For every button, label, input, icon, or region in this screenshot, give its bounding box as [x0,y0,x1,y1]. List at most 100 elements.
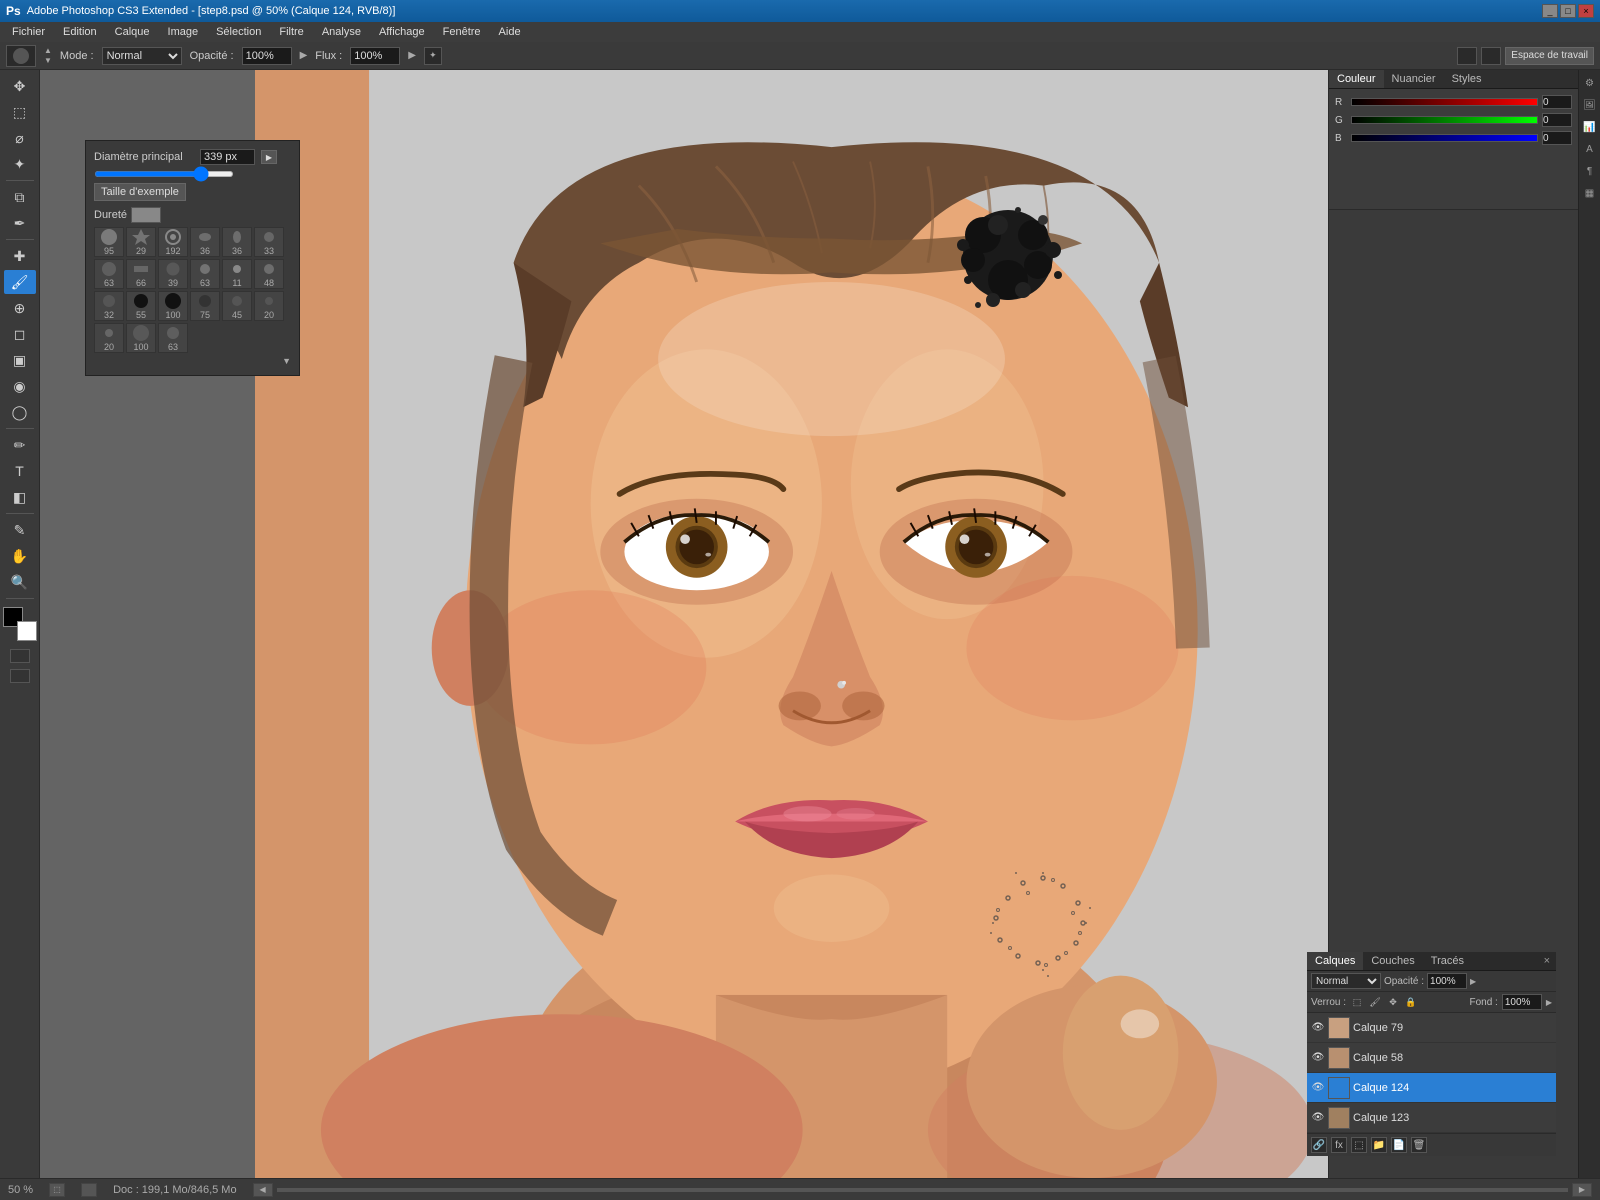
fit-screen-btn[interactable]: ⬚ [49,1183,65,1197]
brush-cell-7[interactable]: 66 [126,259,156,289]
brush-scroll-down[interactable]: ▼ [94,355,291,367]
pen-tool[interactable]: ✏ [4,433,36,457]
brush-shape-picker[interactable] [6,45,36,67]
pan-btn[interactable] [81,1183,97,1197]
tab-couleur[interactable]: Couleur [1329,70,1384,88]
add-style[interactable]: fx [1331,1137,1347,1153]
timeline-bar[interactable] [277,1188,1568,1192]
menu-affichage[interactable]: Affichage [371,24,433,40]
brush-size-down[interactable]: ▼ [44,56,52,65]
diametre-slider[interactable] [94,171,234,177]
brush-cell-15[interactable]: 75 [190,291,220,321]
blur-tool[interactable]: ◉ [4,374,36,398]
hand-tool[interactable]: ✋ [4,544,36,568]
fond-input[interactable] [1502,994,1542,1010]
move-tool[interactable]: ✥ [4,74,36,98]
extras-btn[interactable] [1481,47,1501,65]
diametre-arrow[interactable]: ▶ [261,150,277,164]
eraser-tool[interactable]: ◻ [4,322,36,346]
lock-all[interactable]: 🔒 [1404,995,1418,1009]
brush-cell-17[interactable]: 20 [254,291,284,321]
close-button[interactable]: × [1578,4,1594,18]
mini-tool-5[interactable]: ¶ [1581,162,1599,180]
brush-cell-19[interactable]: 100 [126,323,156,353]
b-value[interactable] [1542,131,1572,145]
canvas-area[interactable]: Diamètre principal ▶ Taille d'exemple Du… [40,70,1328,1178]
add-mask[interactable]: ⬚ [1351,1137,1367,1153]
brush-cell-13[interactable]: 55 [126,291,156,321]
visibility-79[interactable]: 👁 [1311,1021,1325,1035]
brush-cell-8[interactable]: 39 [158,259,188,289]
mini-tool-6[interactable]: ▦ [1581,184,1599,202]
airbrush-toggle[interactable]: ✦ [424,47,442,65]
brush-cell-11[interactable]: 48 [254,259,284,289]
minimize-button[interactable]: _ [1542,4,1558,18]
g-value[interactable] [1542,113,1572,127]
tab-couches[interactable]: Couches [1363,952,1422,970]
tab-calques[interactable]: Calques [1307,952,1363,970]
menu-fenetre[interactable]: Fenêtre [435,24,489,40]
tab-nuancier[interactable]: Nuancier [1384,70,1444,88]
mini-tool-1[interactable]: ⚙ [1581,74,1599,92]
visibility-58[interactable]: 👁 [1311,1051,1325,1065]
brush-cell-9[interactable]: 63 [190,259,220,289]
brush-cell-20[interactable]: 63 [158,323,188,353]
brush-cell-10[interactable]: 11 [222,259,252,289]
brush-cell-1[interactable]: 29 [126,227,156,257]
brush-cell-3[interactable]: 36 [190,227,220,257]
artwork-canvas[interactable] [255,70,1328,1178]
text-tool[interactable]: T [4,459,36,483]
b-slider-bg[interactable] [1351,134,1538,142]
menu-filtre[interactable]: Filtre [271,24,311,40]
mini-tool-4[interactable]: A [1581,140,1599,158]
background-color[interactable] [17,621,37,641]
sample-size-btn[interactable]: Taille d'exemple [94,183,186,201]
layer-row-124[interactable]: 👁 Calque 124 [1307,1073,1556,1103]
brush-cell-5[interactable]: 33 [254,227,284,257]
r-value[interactable] [1542,95,1572,109]
layers-panel-close[interactable]: × [1538,952,1556,970]
diametre-input[interactable] [200,149,255,165]
marquee-tool[interactable]: ⬚ [4,100,36,124]
maximize-button[interactable]: □ [1560,4,1576,18]
tab-traces[interactable]: Tracés [1423,952,1472,970]
brush-cell-14[interactable]: 100 [158,291,188,321]
brush-cell-2[interactable]: 192 [158,227,188,257]
notes-tool[interactable]: ✎ [4,518,36,542]
menu-image[interactable]: Image [160,24,207,40]
titlebar-controls[interactable]: _ □ × [1542,4,1594,18]
mini-tool-2[interactable]: 🖼 [1581,96,1599,114]
delete-layer[interactable]: 🗑 [1411,1137,1427,1153]
flux-arrow[interactable]: ▶ [408,50,416,61]
layer-row-123[interactable]: 👁 Calque 123 [1307,1103,1556,1133]
layer-row-79[interactable]: 👁 Calque 79 [1307,1013,1556,1043]
menu-edition[interactable]: Edition [55,24,105,40]
fond-arrow[interactable]: ▶ [1546,998,1552,1007]
brush-tool[interactable]: 🖌 [4,270,36,294]
workspace-btn[interactable]: Espace de travail [1505,47,1594,65]
r-slider-bg[interactable] [1351,98,1538,106]
menu-selection[interactable]: Sélection [208,24,269,40]
end-btn[interactable]: ▶ [1572,1183,1592,1197]
brush-cell-12[interactable]: 32 [94,291,124,321]
brush-size-up[interactable]: ▲ [44,46,52,55]
menu-analyse[interactable]: Analyse [314,24,369,40]
new-group[interactable]: 📁 [1371,1137,1387,1153]
brush-cell-18[interactable]: 20 [94,323,124,353]
healing-tool[interactable]: ✚ [4,244,36,268]
link-layers[interactable]: 🔗 [1311,1137,1327,1153]
opacite-arrow[interactable]: ▶ [300,50,308,61]
dodge-tool[interactable]: ◯ [4,400,36,424]
layer-row-58[interactable]: 👁 Calque 58 [1307,1043,1556,1073]
lock-transparent[interactable]: ⬚ [1350,995,1364,1009]
blend-mode-select[interactable]: Normal [1311,973,1381,989]
brush-cell-16[interactable]: 45 [222,291,252,321]
shape-tool[interactable]: ◧ [4,485,36,509]
clone-tool[interactable]: ⊕ [4,296,36,320]
magic-wand-tool[interactable]: ✦ [4,152,36,176]
flux-input[interactable] [350,47,400,65]
mode-select[interactable]: Normal [102,47,182,65]
opacity-input[interactable] [1427,973,1467,989]
lock-position[interactable]: ✥ [1386,995,1400,1009]
screen-mode-btn[interactable] [1457,47,1477,65]
